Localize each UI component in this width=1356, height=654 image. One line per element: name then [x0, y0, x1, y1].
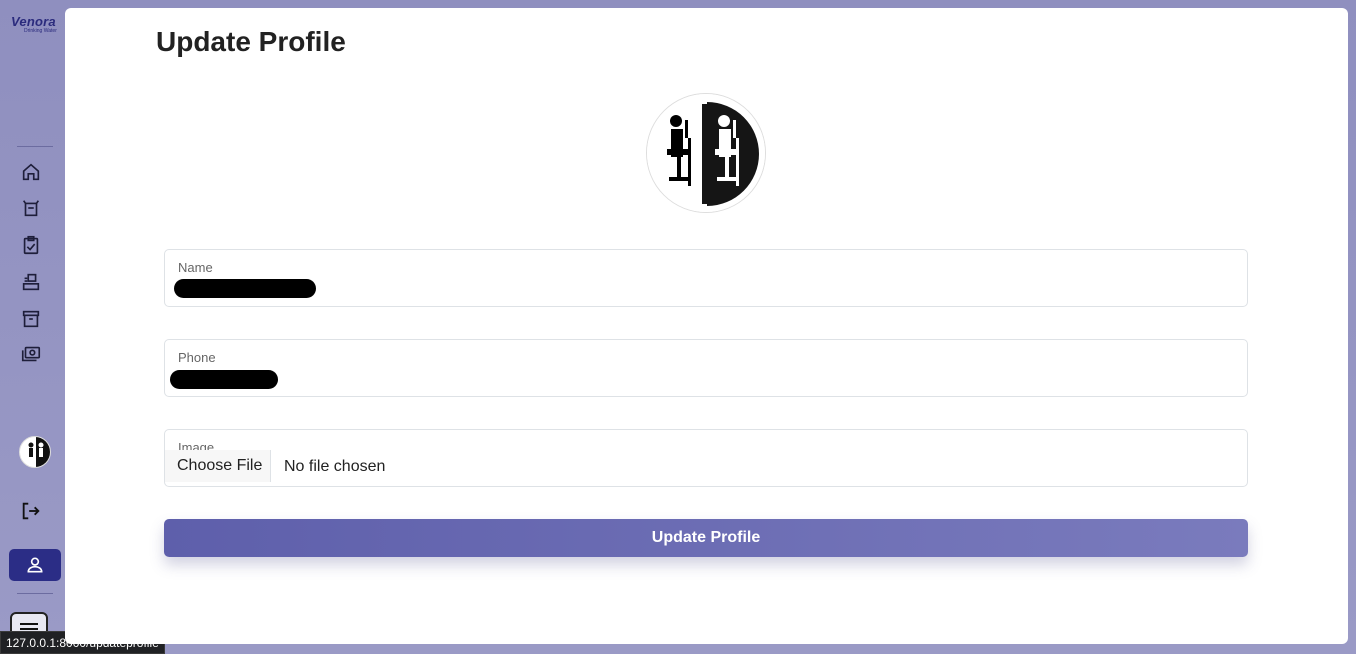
- profile-nav-item[interactable]: [9, 549, 61, 581]
- archive-icon[interactable]: [20, 308, 42, 330]
- name-value-redacted: [174, 279, 316, 298]
- update-profile-button[interactable]: Update Profile: [164, 519, 1248, 557]
- brand-tagline: Drinking Water: [24, 28, 57, 34]
- main-panel: Update Profile Name Phone Image Choose F…: [65, 8, 1348, 644]
- profile-image: [646, 93, 766, 213]
- image-field: Image Choose File No file chosen: [164, 429, 1248, 487]
- phone-label: Phone: [178, 350, 216, 365]
- money-icon[interactable]: [20, 343, 42, 365]
- sidebar: Venora Drinking Water: [0, 0, 65, 654]
- sidebar-divider: [17, 593, 53, 594]
- page-title: Update Profile: [156, 26, 346, 57]
- user-icon: [27, 557, 43, 573]
- home-icon[interactable]: [20, 161, 42, 183]
- name-label: Name: [178, 260, 213, 275]
- file-status: No file chosen: [284, 458, 386, 475]
- brand-logo[interactable]: Venora Drinking Water: [9, 14, 61, 38]
- sidebar-divider: [17, 146, 53, 147]
- avatar[interactable]: [19, 436, 51, 468]
- logout-icon[interactable]: [20, 500, 42, 522]
- clipboard-check-icon[interactable]: [20, 234, 42, 256]
- inbox-tray-icon[interactable]: [20, 271, 42, 293]
- phone-field[interactable]: Phone: [164, 339, 1248, 397]
- phone-value-redacted: [170, 370, 278, 389]
- choose-file-button[interactable]: Choose File: [165, 450, 271, 482]
- basket-icon[interactable]: [20, 197, 42, 219]
- brand-name: Venora: [11, 14, 56, 29]
- name-field[interactable]: Name: [164, 249, 1248, 307]
